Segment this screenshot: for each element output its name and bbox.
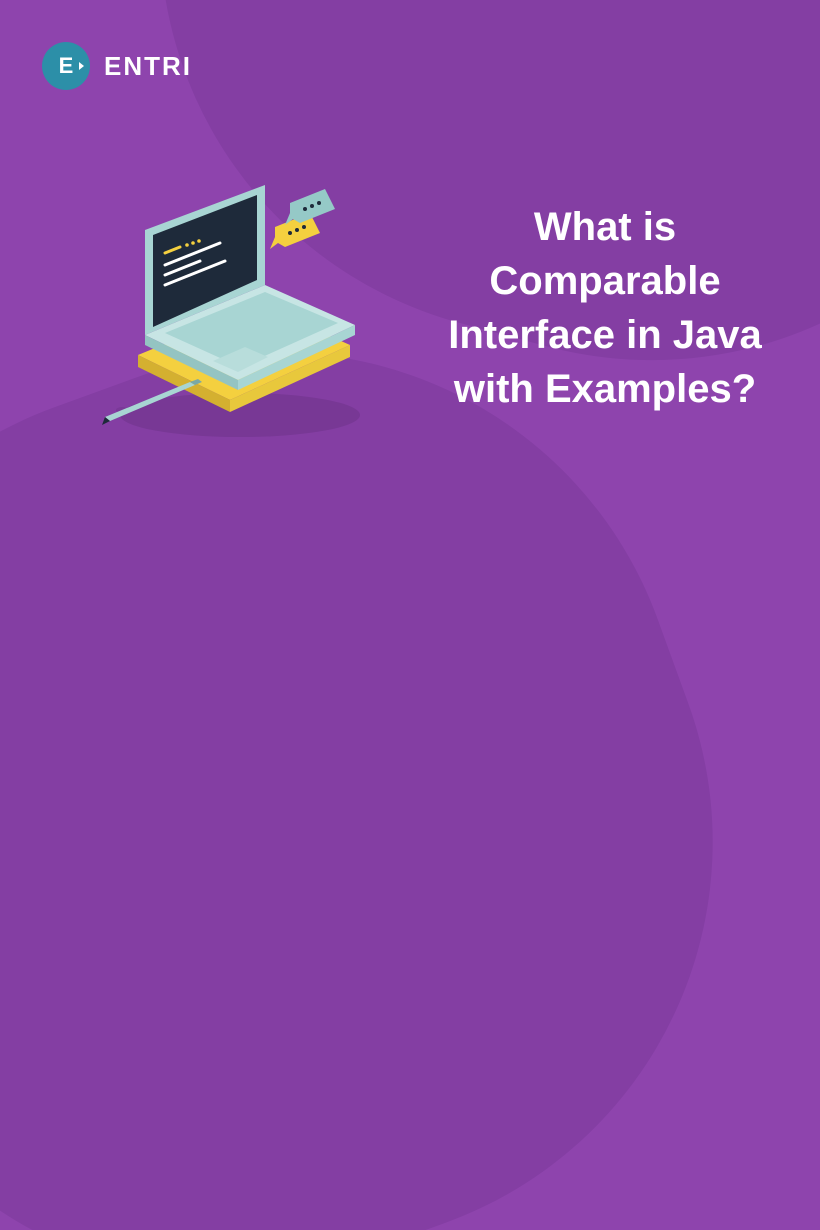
page-title: What is Comparable Interface in Java wit…	[430, 200, 780, 416]
logo-wordmark: ENTRI	[104, 51, 192, 82]
laptop-illustration	[90, 185, 390, 445]
logo-badge-icon: E	[42, 42, 90, 90]
brand-logo: E ENTRI	[42, 42, 192, 90]
logo-letter: E	[59, 53, 74, 79]
